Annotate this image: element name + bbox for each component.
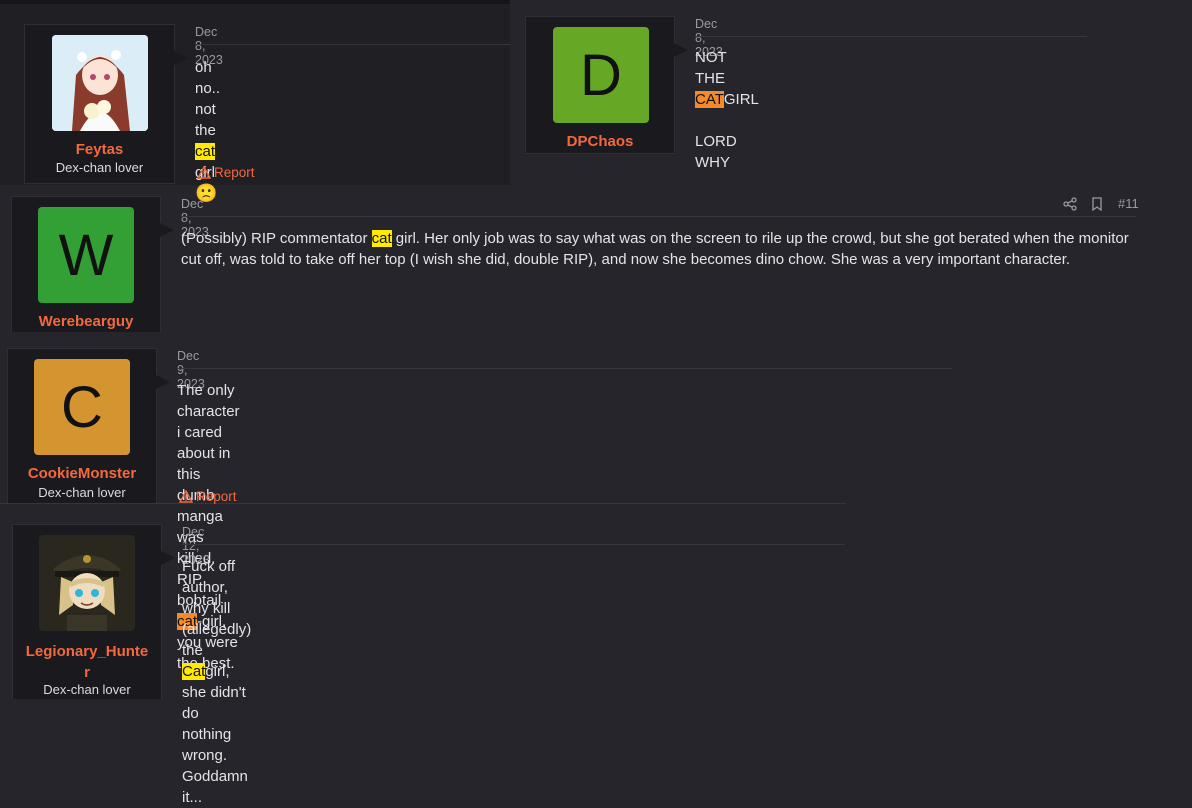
post-text: Fuck off author, why kill (allegedly) th…: [182, 558, 252, 659]
avatar[interactable]: [39, 535, 135, 631]
post-text: GIRL: [723, 91, 759, 108]
post-number-link[interactable]: #11: [1118, 196, 1139, 211]
avatar-letter: W: [58, 222, 114, 288]
divider: [181, 216, 1136, 217]
user-role: Dex-chan lover: [43, 682, 131, 697]
username[interactable]: Legionary_Hunte r: [13, 641, 161, 683]
post-body: Fuck off author, why kill (allegedly) th…: [182, 556, 251, 808]
search-highlight: cat: [195, 143, 216, 160]
post-text: LORD WHY: [695, 133, 737, 171]
warning-icon: [197, 166, 211, 179]
post-body: oh no.. not the cat girl 🙁: [195, 57, 220, 205]
user-block: Feytas Dex-chan lover: [24, 24, 188, 184]
bookmark-icon[interactable]: [1091, 197, 1103, 211]
username[interactable]: DPChaos: [526, 133, 674, 150]
report-label: Report: [196, 489, 237, 504]
anime-girl-avatar-icon: [52, 35, 148, 131]
user-block: Legionary_Hunte r Dex-chan lover: [12, 524, 175, 699]
avatar[interactable]: W: [38, 207, 134, 303]
search-highlight: cat: [371, 230, 392, 247]
username-line: r: [84, 664, 90, 681]
search-highlight: Cat: [182, 663, 206, 680]
search-highlight: CAT: [695, 91, 724, 108]
avatar[interactable]: C: [34, 359, 130, 455]
military-girl-avatar-icon: [39, 535, 135, 631]
user-role: Dex-chan lover: [55, 160, 144, 175]
avatar[interactable]: [52, 35, 148, 131]
username[interactable]: CookieMonster: [8, 465, 156, 482]
post-text: girl, she didn't do nothing wrong. Godda…: [182, 663, 248, 806]
post-text: oh no.. not the: [195, 59, 221, 139]
post-body: NOT THE CATGIRL LORD WHY: [695, 47, 759, 173]
divider: [195, 44, 510, 45]
avatar-letter: C: [61, 374, 103, 440]
report-link[interactable]: Report: [197, 165, 255, 180]
share-icon[interactable]: [1063, 197, 1077, 211]
avatar-letter: D: [580, 42, 622, 108]
warning-icon: [179, 490, 193, 503]
post-text: (Possibly) RIP commentator: [181, 230, 372, 247]
post-body: (Possibly) RIP commentator cat girl. Her…: [181, 228, 1146, 270]
divider: [177, 368, 952, 369]
avatar[interactable]: D: [553, 27, 649, 123]
user-block: C CookieMonster Dex-chan lover: [7, 348, 170, 503]
user-block: D DPChaos: [525, 16, 688, 154]
username[interactable]: Werebearguy: [12, 313, 160, 330]
username[interactable]: Feytas: [25, 141, 174, 158]
username-line: Legionary_Hunte: [25, 643, 149, 660]
report-link[interactable]: Report: [179, 489, 237, 504]
divider: [695, 36, 1087, 37]
divider: [182, 544, 845, 545]
post-panel-top-bar: [0, 0, 510, 4]
user-block: W Werebearguy: [11, 196, 174, 332]
user-role: Dex-chan lover: [38, 485, 126, 500]
report-label: Report: [214, 165, 255, 180]
post-text: NOT THE: [695, 49, 727, 87]
